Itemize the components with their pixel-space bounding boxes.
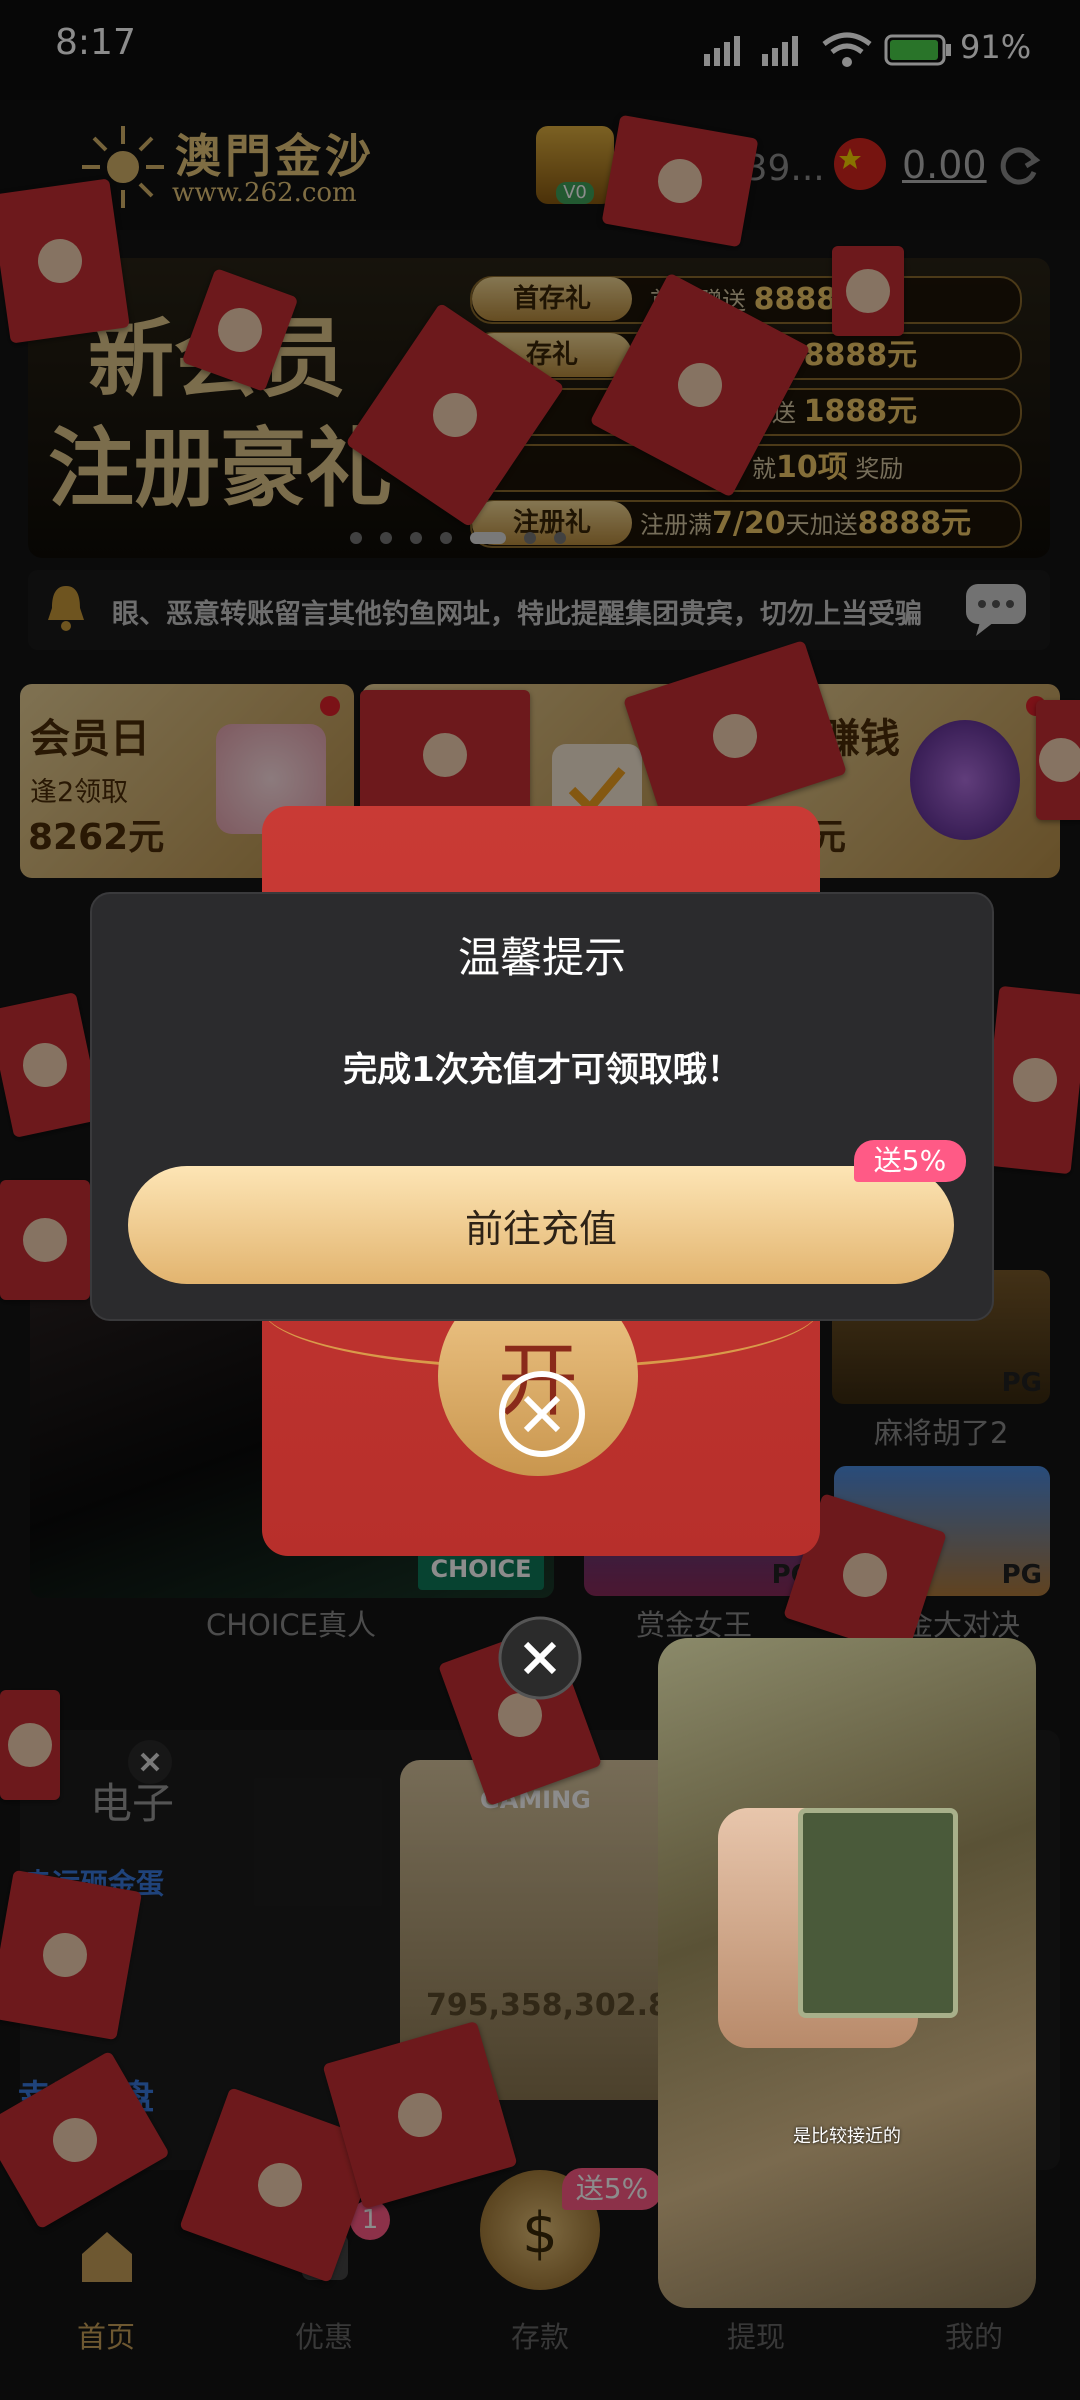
- close-dialog-icon[interactable]: [496, 1614, 584, 1706]
- go-recharge-button[interactable]: 前往充值: [128, 1166, 954, 1284]
- video-caption: 是比较接近的: [793, 2126, 901, 2147]
- close-envelope-icon[interactable]: [498, 1370, 586, 1462]
- video-compact-image: [798, 1808, 958, 2018]
- floating-video-player[interactable]: 是比较接近的: [658, 1638, 1036, 2308]
- dialog-message: 完成1次充值才可领取哦！: [343, 1050, 741, 1090]
- dialog-title: 温馨提示: [457, 933, 626, 982]
- recharge-bonus-badge: 送5%: [854, 1140, 966, 1182]
- recharge-dialog: 温馨提示 完成1次充值才可领取哦！ 前往充值 送5%: [90, 892, 994, 1321]
